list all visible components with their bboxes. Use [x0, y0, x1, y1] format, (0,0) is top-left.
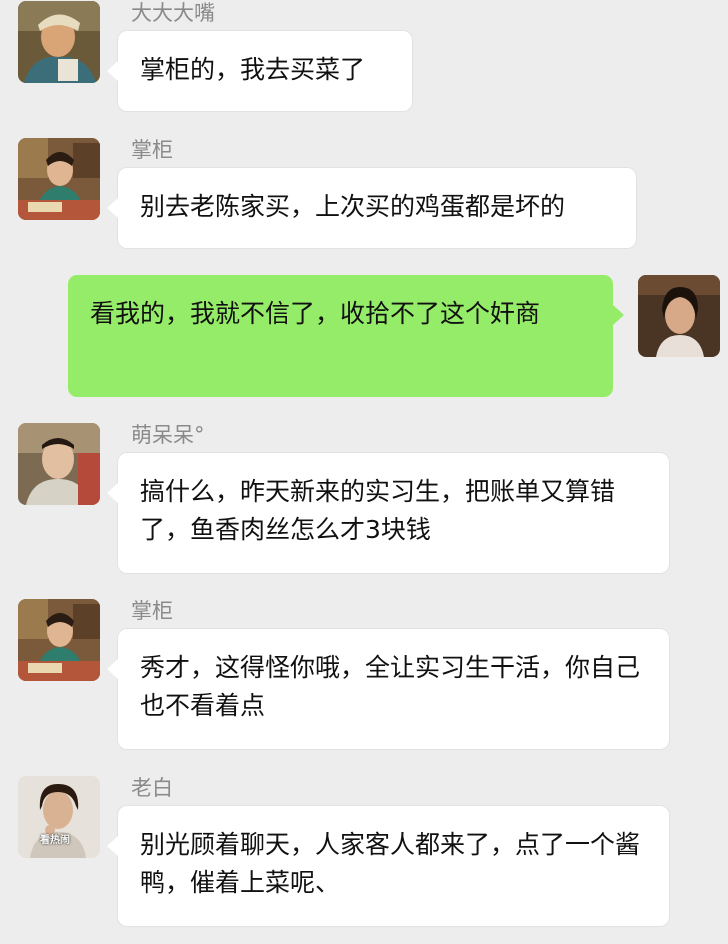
sender-name: 萌呆呆° [131, 423, 205, 447]
self-avatar-image [638, 275, 720, 357]
message-text: 别光顾着聊天，人家客人都来了，点了一个酱鸭，催着上菜呢、 [140, 830, 641, 897]
message-text: 掌柜的，我去买菜了 [140, 55, 366, 84]
message-bubble[interactable]: 别去老陈家买，上次买的鸡蛋都是坏的 [107, 168, 636, 248]
sender-name: 掌柜 [131, 138, 173, 162]
scholar-avatar[interactable] [18, 423, 100, 505]
avatar-caption: 看热闹 [40, 835, 70, 846]
waiter-avatar[interactable]: 看热闹 [18, 776, 100, 858]
message-bubble[interactable]: 掌柜的，我去买菜了 [107, 31, 412, 111]
self-avatar[interactable] [638, 275, 720, 357]
innkeeper-avatar-image [18, 138, 100, 220]
sender-name: 老白 [131, 776, 173, 800]
innkeeper-avatar[interactable] [18, 599, 100, 681]
sender-name: 大大大嘴 [131, 1, 215, 25]
message-text: 看我的，我就不信了，收拾不了这个奸商 [90, 299, 541, 328]
chef-avatar[interactable] [18, 1, 100, 83]
scholar-avatar-image [18, 423, 100, 505]
message-text: 秀才，这得怪你哦，全让实习生干活，你自己也不看着点 [140, 653, 641, 720]
sender-name: 掌柜 [131, 599, 173, 623]
innkeeper-avatar-image [18, 599, 100, 681]
message-text: 别去老陈家买，上次买的鸡蛋都是坏的 [140, 192, 566, 221]
chef-avatar-image [18, 1, 100, 83]
message-bubble-outgoing[interactable]: 看我的，我就不信了，收拾不了这个奸商 [68, 275, 624, 397]
message-bubble[interactable]: 搞什么，昨天新来的实习生，把账单又算错了，鱼香肉丝怎么才3块钱 [107, 453, 669, 573]
message-bubble[interactable]: 别光顾着聊天，人家客人都来了，点了一个酱鸭，催着上菜呢、 [107, 806, 669, 926]
message-text: 搞什么，昨天新来的实习生，把账单又算错了，鱼香肉丝怎么才3块钱 [140, 477, 616, 544]
innkeeper-avatar[interactable] [18, 138, 100, 220]
message-bubble[interactable]: 秀才，这得怪你哦，全让实习生干活，你自己也不看着点 [107, 629, 669, 749]
